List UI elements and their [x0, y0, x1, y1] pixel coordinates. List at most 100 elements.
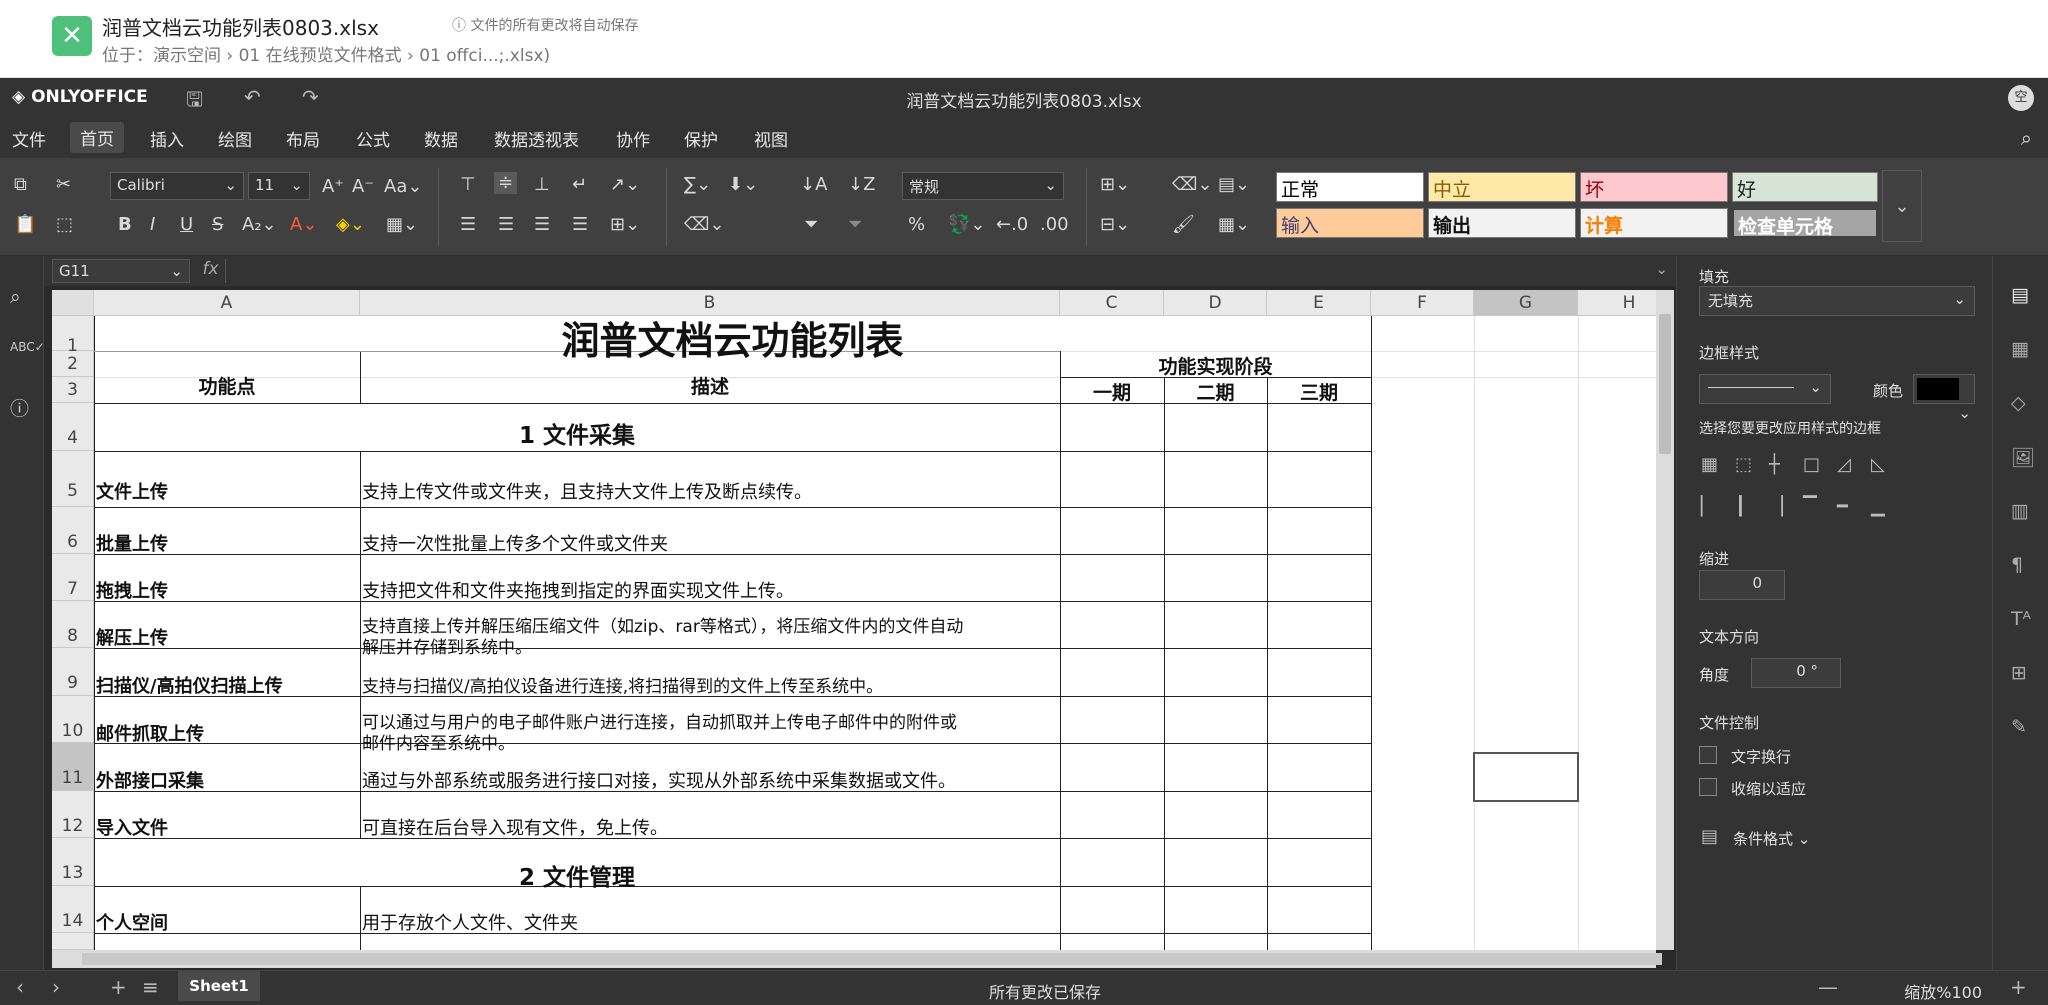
bold-icon[interactable]: B	[118, 214, 132, 236]
row-header-7[interactable]: 7	[52, 554, 94, 601]
style-check-cell[interactable]: 检查单元格	[1732, 208, 1878, 238]
row-header-5[interactable]: 5	[52, 451, 94, 507]
style-normal[interactable]: 正常	[1276, 172, 1424, 202]
row-header-14[interactable]: 14	[52, 886, 94, 933]
column-header-e[interactable]: E	[1267, 290, 1371, 316]
pivot-settings-icon[interactable]: ⊞	[2011, 662, 2027, 684]
row-header-2[interactable]: 2	[52, 351, 94, 377]
align-middle-icon[interactable]: ≑	[494, 172, 518, 194]
percent-icon[interactable]: %	[908, 214, 925, 236]
style-calculation[interactable]: 计算	[1580, 208, 1728, 238]
border-top-icon[interactable]: ▔	[1803, 496, 1817, 517]
horizontal-scrollbar[interactable]	[52, 950, 1662, 968]
scroll-thumb[interactable]	[1659, 314, 1671, 454]
column-header-g[interactable]: G	[1474, 290, 1578, 316]
style-output[interactable]: 输出	[1428, 208, 1576, 238]
underline-icon[interactable]: U	[180, 214, 193, 236]
indent-input[interactable]: 0	[1699, 570, 1785, 600]
row-header-4[interactable]: 4	[52, 403, 94, 451]
border-left-icon[interactable]: ▏	[1701, 496, 1715, 517]
clear-filter-icon[interactable]: ⏷	[848, 214, 862, 236]
menu-collaborate[interactable]: 协作	[616, 126, 650, 151]
zoom-in-icon[interactable]: +	[2010, 975, 2027, 999]
shape-settings-icon[interactable]: ◇	[2011, 392, 2026, 414]
chart-settings-icon[interactable]: ▥	[2011, 500, 2029, 522]
row-header-6[interactable]: 6	[52, 507, 94, 554]
border-outer-icon[interactable]: □	[1803, 454, 1820, 475]
spreadsheet-grid[interactable]: A B C D E F G H 1 2 3 4 5 6 7 8 9 10 11 …	[52, 290, 1656, 950]
row-header-3[interactable]: 3	[52, 377, 94, 403]
row-header-15[interactable]	[52, 933, 94, 950]
table-settings-icon[interactable]: ▦	[2011, 338, 2029, 360]
border-diag-down-icon[interactable]: ◺	[1871, 454, 1885, 475]
align-right-icon[interactable]: ☰	[534, 214, 550, 236]
close-icon[interactable]: ✕	[52, 16, 92, 56]
paste-icon[interactable]: 📋	[14, 214, 36, 236]
style-bad[interactable]: 坏	[1580, 172, 1728, 202]
border-center-v-icon[interactable]: ┃	[1735, 496, 1746, 517]
image-settings-icon[interactable]: 🖼	[2011, 446, 2035, 469]
column-header-a[interactable]: A	[94, 290, 360, 316]
style-input[interactable]: 输入	[1276, 208, 1424, 238]
menu-home[interactable]: 首页	[70, 122, 124, 153]
align-bottom-icon[interactable]: ⊥	[534, 174, 550, 196]
style-neutral[interactable]: 中立	[1428, 172, 1576, 202]
border-center-h-icon[interactable]: ━	[1837, 496, 1848, 517]
conditional-format-icon[interactable]: ▤	[1701, 826, 1718, 847]
styles-expand-icon[interactable]: ⌄	[1882, 170, 1922, 242]
border-color-select[interactable]: ⌄	[1913, 374, 1975, 422]
column-header-d[interactable]: D	[1164, 290, 1267, 316]
name-box[interactable]: G11 ⌄	[52, 259, 190, 283]
cut-icon[interactable]: ✂	[56, 174, 71, 196]
conditional-format-button[interactable]: 条件格式 ⌄	[1733, 828, 1810, 849]
search-icon[interactable]: ⌕	[10, 286, 21, 308]
row-header-10[interactable]: 10	[52, 696, 94, 743]
font-grow-icon[interactable]: A⁺	[322, 176, 344, 198]
menu-formula[interactable]: 公式	[356, 126, 390, 151]
column-header-b[interactable]: B	[360, 290, 1060, 316]
expand-formula-icon[interactable]: ⌄	[1655, 260, 1668, 278]
decrease-decimal-icon[interactable]: ←.0	[996, 214, 1028, 236]
align-top-icon[interactable]: ⊤	[460, 174, 476, 196]
align-center-icon[interactable]: ☰	[498, 214, 514, 236]
selected-cell-g11[interactable]	[1473, 752, 1579, 802]
select-all-icon[interactable]: ⬚	[56, 214, 73, 236]
wrap-text-icon[interactable]: ↵	[572, 174, 587, 196]
column-header-f[interactable]: F	[1371, 290, 1474, 316]
border-right-icon[interactable]: ▕	[1769, 496, 1783, 517]
wrap-text-checkbox[interactable]	[1699, 746, 1717, 764]
column-header-c[interactable]: C	[1060, 290, 1164, 316]
search-icon[interactable]: ⌕	[2021, 126, 2032, 150]
vertical-scrollbar[interactable]	[1656, 290, 1674, 950]
row-header-13[interactable]: 13	[52, 838, 94, 886]
menu-pivot[interactable]: 数据透视表	[494, 126, 579, 151]
increase-decimal-icon[interactable]: .00	[1040, 214, 1069, 236]
menu-insert[interactable]: 插入	[150, 126, 184, 151]
font-name-select[interactable]: Calibri ⌄	[110, 172, 244, 200]
menu-view[interactable]: 视图	[754, 126, 788, 151]
select-all-corner[interactable]	[52, 290, 94, 316]
justify-icon[interactable]: ☰	[572, 214, 588, 236]
sort-asc-icon[interactable]: ↓A	[800, 174, 827, 196]
borders-icon[interactable]: ▦⌄	[386, 214, 418, 236]
zoom-out-icon[interactable]: —	[1818, 975, 1838, 999]
spellcheck-icon[interactable]: ABC✓	[10, 340, 45, 354]
signature-icon[interactable]: ✎	[2011, 716, 2027, 738]
border-all-icon[interactable]: ▦	[1701, 454, 1718, 475]
filter-icon[interactable]: ⏷	[804, 214, 818, 236]
menu-layout[interactable]: 布局	[286, 126, 320, 151]
row-header-11[interactable]: 11	[52, 743, 94, 791]
text-art-icon[interactable]: Tᴬ	[2011, 608, 2031, 630]
align-left-icon[interactable]: ☰	[460, 214, 476, 236]
border-diag-up-icon[interactable]: ◿	[1837, 454, 1851, 475]
insert-cells-icon[interactable]: ⊞⌄	[1100, 174, 1130, 196]
format-painter-icon[interactable]: 🖌	[1172, 214, 1195, 236]
sort-desc-icon[interactable]: ↓Z	[848, 174, 875, 196]
border-bottom-icon[interactable]: ▁	[1871, 496, 1885, 517]
font-shrink-icon[interactable]: A⁻	[352, 176, 374, 198]
border-style-select[interactable]: ⌄	[1699, 374, 1831, 404]
menu-file[interactable]: 文件	[12, 126, 46, 151]
shrink-to-fit-checkbox[interactable]	[1699, 778, 1717, 796]
border-inner-icon[interactable]: ┼	[1769, 454, 1780, 475]
info-icon[interactable]: ⓘ	[10, 394, 29, 421]
